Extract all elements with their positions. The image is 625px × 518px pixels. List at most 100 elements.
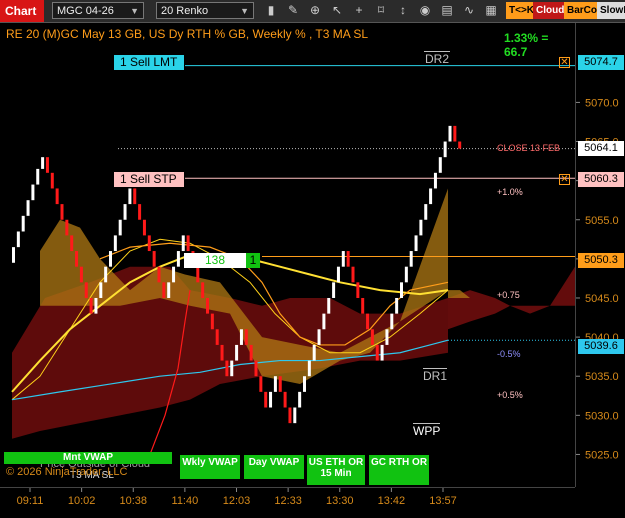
cancel-stop-order-icon[interactable]: ✕ (559, 174, 570, 185)
strategy-icon[interactable]: ↕ (394, 2, 412, 19)
camera-icon[interactable]: ◉ (416, 2, 434, 19)
renko-brick (356, 282, 360, 298)
layout-icon[interactable]: ▦ (482, 2, 500, 19)
renko-brick (458, 141, 462, 149)
plus075-label: +0.75 (497, 290, 520, 300)
renko-brick (210, 313, 214, 330)
renko-brick (341, 251, 345, 267)
renko-brick (109, 251, 112, 267)
wpp-label: WPP (413, 423, 441, 438)
bar-chart-icon[interactable]: ▮ (262, 2, 280, 19)
slowm-toggle-button[interactable]: SlowM (597, 2, 625, 19)
renko-brick (45, 157, 49, 173)
renko-brick (254, 360, 258, 377)
renko-brick (215, 329, 219, 345)
sell-stop-price-tag: 5060.3 (578, 172, 624, 187)
minus05-label: -0.5% (497, 349, 521, 359)
renko-brick (162, 282, 166, 298)
renko-brick (152, 251, 156, 267)
zoom-icon[interactable]: ⊕ (306, 2, 324, 19)
legend-day-vwap[interactable]: Day VWAP (244, 455, 304, 479)
x-tick-label: 12:33 (274, 495, 302, 507)
chart-plot-area[interactable]: RE 20 (M)GC May 13 GB, US Dy RTH % GB, W… (0, 23, 575, 487)
renko-brick (443, 141, 447, 158)
x-tick-label: 10:38 (119, 495, 147, 507)
bar-type-selector[interactable]: 20 Renko ▼ (156, 2, 254, 19)
renko-brick (264, 391, 268, 408)
renko-brick (370, 329, 374, 345)
time-axis[interactable]: 09:11 10:02 10:38 11:40 12:03 12:33 13:30 13:42… (0, 487, 575, 513)
y-tick-label: 5025.0 (585, 449, 619, 461)
position-quantity[interactable]: 1 (246, 253, 260, 268)
x-tick-label: 13:57 (429, 495, 457, 507)
crosshair-icon[interactable]: + (350, 2, 368, 19)
renko-brick (12, 247, 15, 263)
renko-brick (16, 231, 20, 248)
renko-brick (36, 168, 40, 185)
renko-brick (298, 391, 302, 408)
renko-brick (332, 282, 336, 298)
legend-mnt-vwap[interactable]: Mnt VWAP (4, 452, 172, 464)
legend-eth-or[interactable]: US ETH OR 15 Min (307, 455, 365, 485)
y-tick-label: 5035.0 (585, 371, 619, 383)
renko-brick (118, 219, 122, 236)
shapes-icon[interactable]: ⌑ (372, 2, 390, 19)
renko-brick (26, 200, 30, 216)
pencil-icon[interactable]: ✎ (284, 2, 302, 19)
renko-brick (390, 313, 394, 330)
y-tick-label: 5055.0 (585, 215, 619, 227)
renko-brick (385, 329, 389, 345)
window-title: Chart (0, 0, 44, 22)
position-pnl[interactable]: 138 (184, 253, 246, 268)
renko-brick (322, 313, 326, 330)
x-tick-label: 11:40 (172, 495, 199, 507)
chart-toolbar: Chart MGC 04-26 ▼ 20 Renko ▼ ▮ ✎ ⊕ ↖ + ⌑… (0, 0, 625, 23)
properties-icon[interactable]: ▤ (438, 2, 456, 19)
renko-brick (60, 204, 64, 220)
time-axis-ticks: 09:11 10:02 10:38 11:40 12:03 12:33 13:30 13:42… (17, 488, 457, 507)
renko-brick (249, 344, 253, 361)
cancel-limit-order-icon[interactable]: ✕ (559, 57, 570, 68)
cloud-toggle-button[interactable]: Cloud (533, 2, 568, 19)
sell-stop-order[interactable]: 1 Sell STP (114, 172, 184, 187)
renko-brick (351, 266, 355, 283)
renko-brick (230, 360, 234, 377)
renko-brick (239, 329, 243, 345)
renko-brick (225, 360, 229, 377)
renko-brick (361, 297, 365, 314)
renko-brick (206, 297, 209, 314)
indicators-icon[interactable]: ∿ (460, 2, 478, 19)
renko-brick (55, 188, 59, 205)
renko-brick (176, 251, 180, 267)
renko-brick (196, 266, 200, 283)
renko-brick (312, 344, 316, 361)
instrument-selector[interactable]: MGC 04-26 ▼ (52, 2, 144, 19)
renko-brick (409, 251, 413, 267)
renko-brick (138, 204, 142, 220)
last-price-tag: 5064.1 (578, 141, 624, 156)
renko-brick (375, 344, 379, 361)
x-tick-label: 09:11 (17, 495, 44, 507)
renko-brick (133, 188, 137, 205)
renko-brick (336, 266, 340, 283)
renko-brick (278, 376, 282, 392)
price-axis[interactable]: 5025.05030.05035.05040.05045.05050.05055… (575, 23, 625, 487)
renko-brick (220, 344, 224, 361)
x-tick-label: 13:30 (326, 495, 354, 507)
renko-brick (293, 407, 297, 424)
dr1-label: DR1 (423, 368, 448, 383)
renko-brick (438, 157, 442, 173)
renko-brick (453, 125, 457, 142)
renko-brick (167, 282, 171, 298)
legend-wkly-vwap[interactable]: Wkly VWAP (180, 455, 240, 479)
renko-brick (288, 407, 292, 424)
arrow-icon[interactable]: ↖ (328, 2, 346, 19)
renko-brick (366, 313, 370, 330)
legend-rth-or[interactable]: GC RTH OR (369, 455, 429, 485)
y-tick-label: 5070.0 (585, 97, 619, 109)
renko-brick (269, 391, 273, 408)
renko-brick (65, 219, 69, 236)
sell-limit-order[interactable]: 1 Sell LMT (114, 55, 184, 70)
x-tick-label: 12:03 (223, 495, 251, 507)
plus1-label: +1.0% (497, 187, 523, 197)
